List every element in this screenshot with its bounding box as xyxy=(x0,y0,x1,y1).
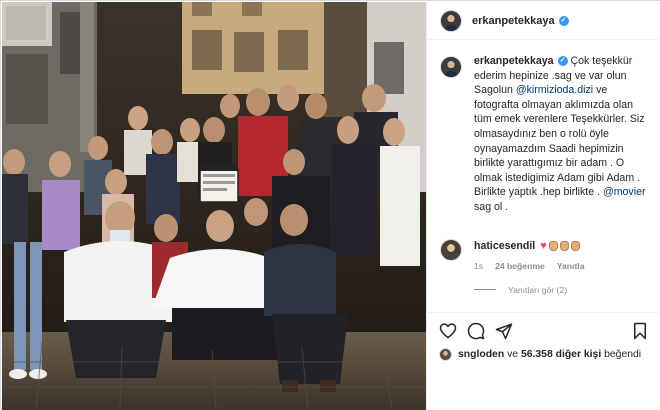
comment-likes[interactable]: 24 beğenme xyxy=(495,261,545,271)
group-photo-illustration xyxy=(2,2,426,410)
heart-icon[interactable] xyxy=(439,322,457,342)
post-header: erkanpetekkaya ✓ xyxy=(427,2,660,40)
clapping-hands-emoji-icon xyxy=(548,240,558,251)
post-side-panel: erkanpetekkaya ✓ erkanpetekkaya ✓ Çok teş… xyxy=(426,2,660,410)
comment-meta: 1s 24 beğenme Yanıtla xyxy=(474,261,584,271)
reply-button[interactable]: Yanıtla xyxy=(557,261,585,271)
commenter-username[interactable]: haticesendil xyxy=(474,239,535,253)
comment-row: haticesendil ♥ 1s 24 beğenme Yanıtla Yan… xyxy=(440,238,647,295)
liker-username[interactable]: sngloden xyxy=(458,349,504,360)
action-icons xyxy=(439,322,648,342)
post-actions: sngloden ve 56.358 diğer kişi beğendi xyxy=(427,312,660,370)
caption-part-3: sag ol . xyxy=(474,200,509,213)
caption-row: erkanpetekkaya ✓ Çok teşekkür ederim hepi… xyxy=(440,54,647,215)
comment-icon[interactable] xyxy=(467,322,485,343)
likes-connector: ve xyxy=(504,349,521,360)
liker-avatar[interactable] xyxy=(439,348,452,361)
red-heart-emoji-icon: ♥ xyxy=(540,239,547,252)
view-replies-label: Yanıtları gör (2) xyxy=(508,284,568,295)
bookmark-icon[interactable] xyxy=(632,322,648,343)
caption-part-2: ve fotografta olmayan aklımızda olan tüm… xyxy=(474,84,645,199)
likes-summary: sngloden ve 56.358 diğer kişi beğendi xyxy=(439,348,648,361)
likes-count[interactable]: 56.358 diğer kişi xyxy=(521,349,601,360)
verified-badge-icon: ✓ xyxy=(557,56,568,67)
comment-body: haticesendil ♥ 1s 24 beğenme Yanıtla Yan… xyxy=(474,239,584,295)
author-avatar[interactable] xyxy=(440,9,462,32)
commenter-avatar[interactable] xyxy=(440,238,462,261)
verified-badge-icon: ✓ xyxy=(558,15,569,26)
comment-time[interactable]: 1s xyxy=(474,261,483,271)
caption-username[interactable]: erkanpetekkaya xyxy=(474,55,554,67)
clapping-hands-emoji-icon xyxy=(559,240,569,251)
clapping-hands-emoji-icon xyxy=(570,240,580,251)
instagram-post: erkanpetekkaya ✓ erkanpetekkaya ✓ Çok teş… xyxy=(0,0,660,410)
replies-divider xyxy=(474,289,496,291)
mention-link[interactable]: @movier xyxy=(603,186,646,198)
post-photo[interactable] xyxy=(2,2,426,410)
caption-author-avatar[interactable] xyxy=(440,56,462,78)
share-icon[interactable] xyxy=(495,322,513,343)
mention-link[interactable]: @kirmizioda.dizi xyxy=(516,84,593,96)
view-replies-button[interactable]: Yanıtları gör (2) xyxy=(474,285,584,295)
comment-text: haticesendil ♥ xyxy=(474,239,584,253)
likes-suffix: beğendi xyxy=(601,349,642,360)
author-username[interactable]: erkanpetekkaya xyxy=(472,15,555,27)
comments-section: erkanpetekkaya ✓ Çok teşekkür ederim hepi… xyxy=(427,40,660,312)
caption-text: erkanpetekkaya ✓ Çok teşekkür ederim hepi… xyxy=(474,54,647,215)
likes-text: sngloden ve 56.358 diğer kişi beğendi xyxy=(458,349,641,360)
